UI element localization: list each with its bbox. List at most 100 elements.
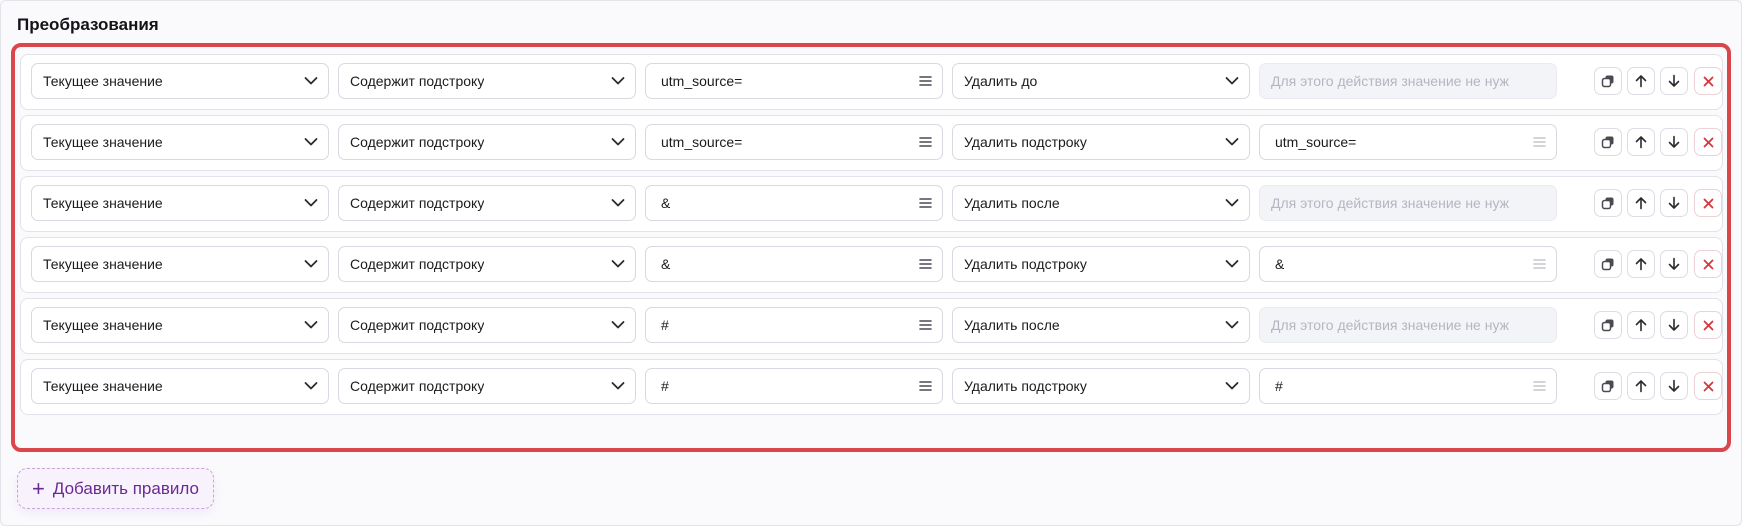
match-input[interactable]: utm_source=	[645, 124, 943, 160]
match-input-value: #	[661, 378, 669, 394]
move-up-button[interactable]	[1627, 67, 1655, 95]
arrow-down-icon	[1668, 318, 1680, 332]
condition-select[interactable]: Содержит подстроку	[338, 307, 636, 343]
copy-rule-button[interactable]	[1594, 67, 1622, 95]
source-select[interactable]: Текущее значение	[31, 307, 329, 343]
copy-rule-button[interactable]	[1594, 250, 1622, 278]
move-down-button[interactable]	[1660, 250, 1688, 278]
close-icon	[1703, 381, 1714, 392]
action-select[interactable]: Удалить подстроку	[952, 246, 1250, 282]
value-input-value: &	[1275, 256, 1285, 272]
source-select[interactable]: Текущее значение	[31, 368, 329, 404]
condition-select[interactable]: Содержит подстроку	[338, 246, 636, 282]
condition-select[interactable]: Содержит подстроку	[338, 185, 636, 221]
condition-select[interactable]: Содержит подстроку	[338, 63, 636, 99]
rule-row: Текущее значение Содержит подстроку # Удали…	[20, 359, 1723, 415]
copy-icon	[1601, 257, 1615, 271]
action-select-value: Удалить до	[964, 73, 1038, 89]
value-input[interactable]: #	[1259, 368, 1557, 404]
value-input-placeholder: Для этого действия значение не нуж	[1271, 73, 1509, 89]
move-up-button[interactable]	[1627, 128, 1655, 156]
plus-icon: +	[32, 475, 45, 501]
action-select[interactable]: Удалить после	[952, 307, 1250, 343]
move-up-button[interactable]	[1627, 311, 1655, 339]
value-input[interactable]: utm_source=	[1259, 124, 1557, 160]
copy-rule-button[interactable]	[1594, 372, 1622, 400]
delete-rule-button[interactable]	[1694, 67, 1722, 95]
condition-select-value: Содержит подстроку	[350, 73, 485, 89]
source-select[interactable]: Текущее значение	[31, 185, 329, 221]
close-icon	[1703, 259, 1714, 270]
action-select[interactable]: Удалить подстроку	[952, 124, 1250, 160]
copy-icon	[1601, 74, 1615, 88]
section-title: Преобразования	[17, 15, 159, 34]
value-input-value: #	[1275, 378, 1283, 394]
value-input[interactable]: &	[1259, 246, 1557, 282]
value-input: Для этого действия значение не нуж	[1259, 307, 1557, 343]
add-rule-button[interactable]: + Добавить правило	[17, 468, 214, 509]
match-input[interactable]: &	[645, 246, 943, 282]
value-input-placeholder: Для этого действия значение не нуж	[1271, 317, 1509, 333]
condition-select[interactable]: Содержит подстроку	[338, 368, 636, 404]
rule-row: Текущее значение Содержит подстроку utm_so…	[20, 54, 1723, 110]
move-down-button[interactable]	[1660, 311, 1688, 339]
arrow-up-icon	[1635, 74, 1647, 88]
source-select-value: Текущее значение	[43, 256, 163, 272]
condition-select[interactable]: Содержит подстроку	[338, 124, 636, 160]
source-select-value: Текущее значение	[43, 317, 163, 333]
match-input[interactable]: &	[645, 185, 943, 221]
condition-select-value: Содержит подстроку	[350, 195, 485, 211]
close-icon	[1703, 137, 1714, 148]
close-icon	[1703, 320, 1714, 331]
transformations-panel: Преобразования Текущее значение Содержит …	[0, 0, 1742, 526]
source-select-value: Текущее значение	[43, 378, 163, 394]
move-down-button[interactable]	[1660, 189, 1688, 217]
arrow-down-icon	[1668, 196, 1680, 210]
move-up-button[interactable]	[1627, 372, 1655, 400]
delete-rule-button[interactable]	[1694, 372, 1722, 400]
move-down-button[interactable]	[1660, 67, 1688, 95]
delete-rule-button[interactable]	[1694, 311, 1722, 339]
match-input[interactable]: utm_source=	[645, 63, 943, 99]
move-up-button[interactable]	[1627, 189, 1655, 217]
close-icon	[1703, 198, 1714, 209]
action-select[interactable]: Удалить до	[952, 63, 1250, 99]
arrow-down-icon	[1668, 257, 1680, 271]
move-down-button[interactable]	[1660, 128, 1688, 156]
match-input-value: &	[661, 256, 671, 272]
arrow-down-icon	[1668, 74, 1680, 88]
delete-rule-button[interactable]	[1694, 189, 1722, 217]
move-down-button[interactable]	[1660, 372, 1688, 400]
source-select[interactable]: Текущее значение	[31, 124, 329, 160]
copy-rule-button[interactable]	[1594, 311, 1622, 339]
condition-select-value: Содержит подстроку	[350, 256, 485, 272]
source-select-value: Текущее значение	[43, 195, 163, 211]
action-select-value: Удалить после	[964, 195, 1060, 211]
arrow-up-icon	[1635, 135, 1647, 149]
value-input-placeholder: Для этого действия значение не нуж	[1271, 195, 1509, 211]
match-input[interactable]: #	[645, 307, 943, 343]
delete-rule-button[interactable]	[1694, 128, 1722, 156]
source-select[interactable]: Текущее значение	[31, 246, 329, 282]
copy-rule-button[interactable]	[1594, 189, 1622, 217]
arrow-up-icon	[1635, 196, 1647, 210]
action-select[interactable]: Удалить подстроку	[952, 368, 1250, 404]
source-select[interactable]: Текущее значение	[31, 63, 329, 99]
match-input[interactable]: #	[645, 368, 943, 404]
match-input-value: #	[661, 317, 669, 333]
move-up-button[interactable]	[1627, 250, 1655, 278]
match-input-value: &	[661, 195, 671, 211]
delete-rule-button[interactable]	[1694, 250, 1722, 278]
action-select-value: Удалить подстроку	[964, 378, 1087, 394]
condition-select-value: Содержит подстроку	[350, 134, 485, 150]
rule-row: Текущее значение Содержит подстроку & Удали…	[20, 176, 1723, 232]
rule-row: Текущее значение Содержит подстроку & Удали…	[20, 237, 1723, 293]
arrow-down-icon	[1668, 135, 1680, 149]
action-select[interactable]: Удалить после	[952, 185, 1250, 221]
copy-icon	[1601, 135, 1615, 149]
copy-rule-button[interactable]	[1594, 128, 1622, 156]
source-select-value: Текущее значение	[43, 73, 163, 89]
action-select-value: Удалить подстроку	[964, 256, 1087, 272]
copy-icon	[1601, 196, 1615, 210]
value-input-value: utm_source=	[1275, 134, 1357, 150]
